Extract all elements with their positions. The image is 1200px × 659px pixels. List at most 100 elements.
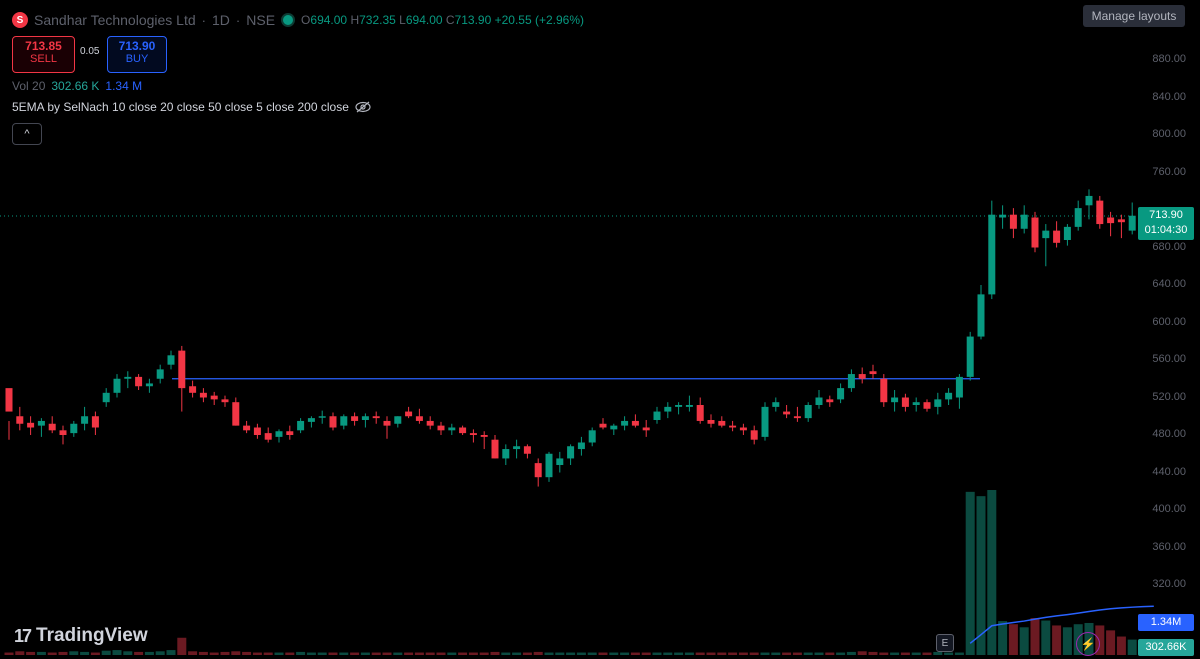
volume-bar bbox=[231, 651, 241, 655]
candle bbox=[16, 406, 24, 431]
volume-bar bbox=[285, 652, 295, 655]
eye-off-icon[interactable] bbox=[355, 101, 371, 113]
volume-bar bbox=[36, 651, 46, 655]
volume-bar bbox=[393, 652, 403, 655]
volume-bar bbox=[674, 652, 684, 655]
candle bbox=[534, 458, 542, 487]
candle bbox=[610, 423, 618, 435]
ohlc-high: 732.35 bbox=[359, 13, 396, 27]
volume-bar bbox=[717, 652, 727, 655]
candle bbox=[696, 397, 704, 424]
indicator-legend[interactable]: 5EMA by SelNach 10 close 20 close 50 clo… bbox=[12, 100, 371, 114]
candle bbox=[297, 418, 305, 434]
volume-legend[interactable]: Vol 20 302.66 K 1.34 M bbox=[12, 79, 142, 93]
candle bbox=[945, 388, 953, 405]
tradingview-logo-icon: 17 bbox=[14, 625, 32, 646]
volume-bar bbox=[425, 652, 435, 655]
candle bbox=[469, 429, 477, 443]
candle bbox=[167, 350, 175, 370]
price-axis-label: 880.00 bbox=[1152, 53, 1186, 65]
tradingview-logo[interactable]: 17 TradingView bbox=[14, 625, 148, 647]
candle bbox=[912, 397, 920, 412]
candle bbox=[221, 395, 229, 407]
price-axis-label: 360.00 bbox=[1152, 540, 1186, 553]
buy-button[interactable]: 713.90 BUY bbox=[107, 36, 167, 73]
volume-bar bbox=[857, 651, 867, 655]
volume-bar bbox=[26, 651, 36, 655]
candle bbox=[1096, 195, 1104, 229]
collapse-legend-button[interactable]: ^ bbox=[12, 123, 42, 145]
price-axis-label: 400.00 bbox=[1152, 503, 1186, 515]
volume-bar bbox=[1019, 627, 1029, 655]
candle bbox=[955, 374, 963, 409]
buy-label: BUY bbox=[125, 53, 149, 65]
candle bbox=[891, 390, 899, 412]
candle bbox=[556, 451, 564, 473]
price-axis-label: 760.00 bbox=[1152, 165, 1186, 178]
volume-bar bbox=[468, 652, 478, 655]
price-axis-label: 480.00 bbox=[1152, 428, 1186, 440]
current-price-tag: 713.90 01:04:30 bbox=[1138, 207, 1194, 240]
candle bbox=[81, 406, 89, 431]
volume-bar bbox=[868, 651, 878, 655]
volume-bar bbox=[965, 491, 975, 655]
volume-bar bbox=[220, 651, 230, 655]
price-axis-label: 640.00 bbox=[1152, 278, 1186, 290]
candle bbox=[37, 418, 45, 437]
volume-bar bbox=[252, 652, 262, 655]
candle bbox=[70, 420, 78, 437]
price-axis-label: 520.00 bbox=[1152, 390, 1186, 403]
volume-bar bbox=[544, 652, 554, 655]
volume-bar bbox=[15, 651, 25, 655]
candle bbox=[707, 414, 715, 428]
volume-bar bbox=[436, 652, 446, 655]
lightning-icon[interactable]: ⚡ bbox=[1076, 632, 1100, 656]
candle bbox=[243, 420, 251, 434]
candle bbox=[232, 397, 240, 426]
volume-bar bbox=[339, 652, 349, 655]
volume-bar bbox=[771, 652, 781, 655]
volume-bar bbox=[944, 652, 954, 655]
volume-bar bbox=[123, 651, 133, 655]
volume-bar bbox=[792, 652, 802, 655]
manage-layouts-button[interactable]: Manage layouts bbox=[1083, 5, 1185, 27]
volume-bar bbox=[328, 652, 338, 655]
candle bbox=[826, 395, 834, 407]
spread-value: 0.05 bbox=[80, 46, 100, 57]
candle bbox=[783, 405, 791, 419]
candle bbox=[91, 411, 99, 435]
volume-bar bbox=[490, 651, 500, 655]
symbol-legend[interactable]: S Sandhar Technologies Ltd · 1D · NSE O6… bbox=[12, 12, 584, 28]
candle bbox=[1053, 221, 1061, 248]
candle bbox=[837, 383, 845, 404]
separator: · bbox=[201, 12, 206, 28]
candle bbox=[621, 416, 629, 431]
symbol-name[interactable]: Sandhar Technologies Ltd bbox=[34, 12, 196, 28]
candle bbox=[156, 364, 164, 384]
earnings-marker-icon[interactable]: E bbox=[936, 634, 954, 652]
volume-bar bbox=[501, 652, 511, 655]
bar-countdown: 01:04:30 bbox=[1144, 224, 1188, 236]
sell-button[interactable]: 713.85 SELL bbox=[12, 36, 75, 73]
candle bbox=[459, 425, 467, 435]
volume-bar bbox=[479, 652, 489, 655]
volume-bar bbox=[620, 652, 630, 655]
tradingview-wordmark: TradingView bbox=[36, 625, 148, 646]
volume-bar bbox=[69, 651, 79, 655]
volume-bar bbox=[641, 652, 651, 655]
price-axis-label: 840.00 bbox=[1152, 90, 1186, 103]
price-chart[interactable] bbox=[0, 0, 1200, 659]
volume-bar bbox=[317, 652, 327, 655]
interval[interactable]: 1D bbox=[212, 12, 230, 28]
candle bbox=[923, 399, 931, 412]
candle bbox=[815, 390, 823, 409]
volume-bar bbox=[1062, 627, 1072, 655]
volume-bar bbox=[1041, 620, 1051, 655]
volume-bar bbox=[90, 652, 100, 655]
volume-bar bbox=[447, 652, 457, 655]
sell-price: 713.85 bbox=[25, 39, 62, 53]
volume-bar bbox=[522, 652, 532, 655]
candle bbox=[135, 374, 143, 390]
candle bbox=[437, 421, 445, 435]
volume-bar bbox=[166, 650, 176, 655]
